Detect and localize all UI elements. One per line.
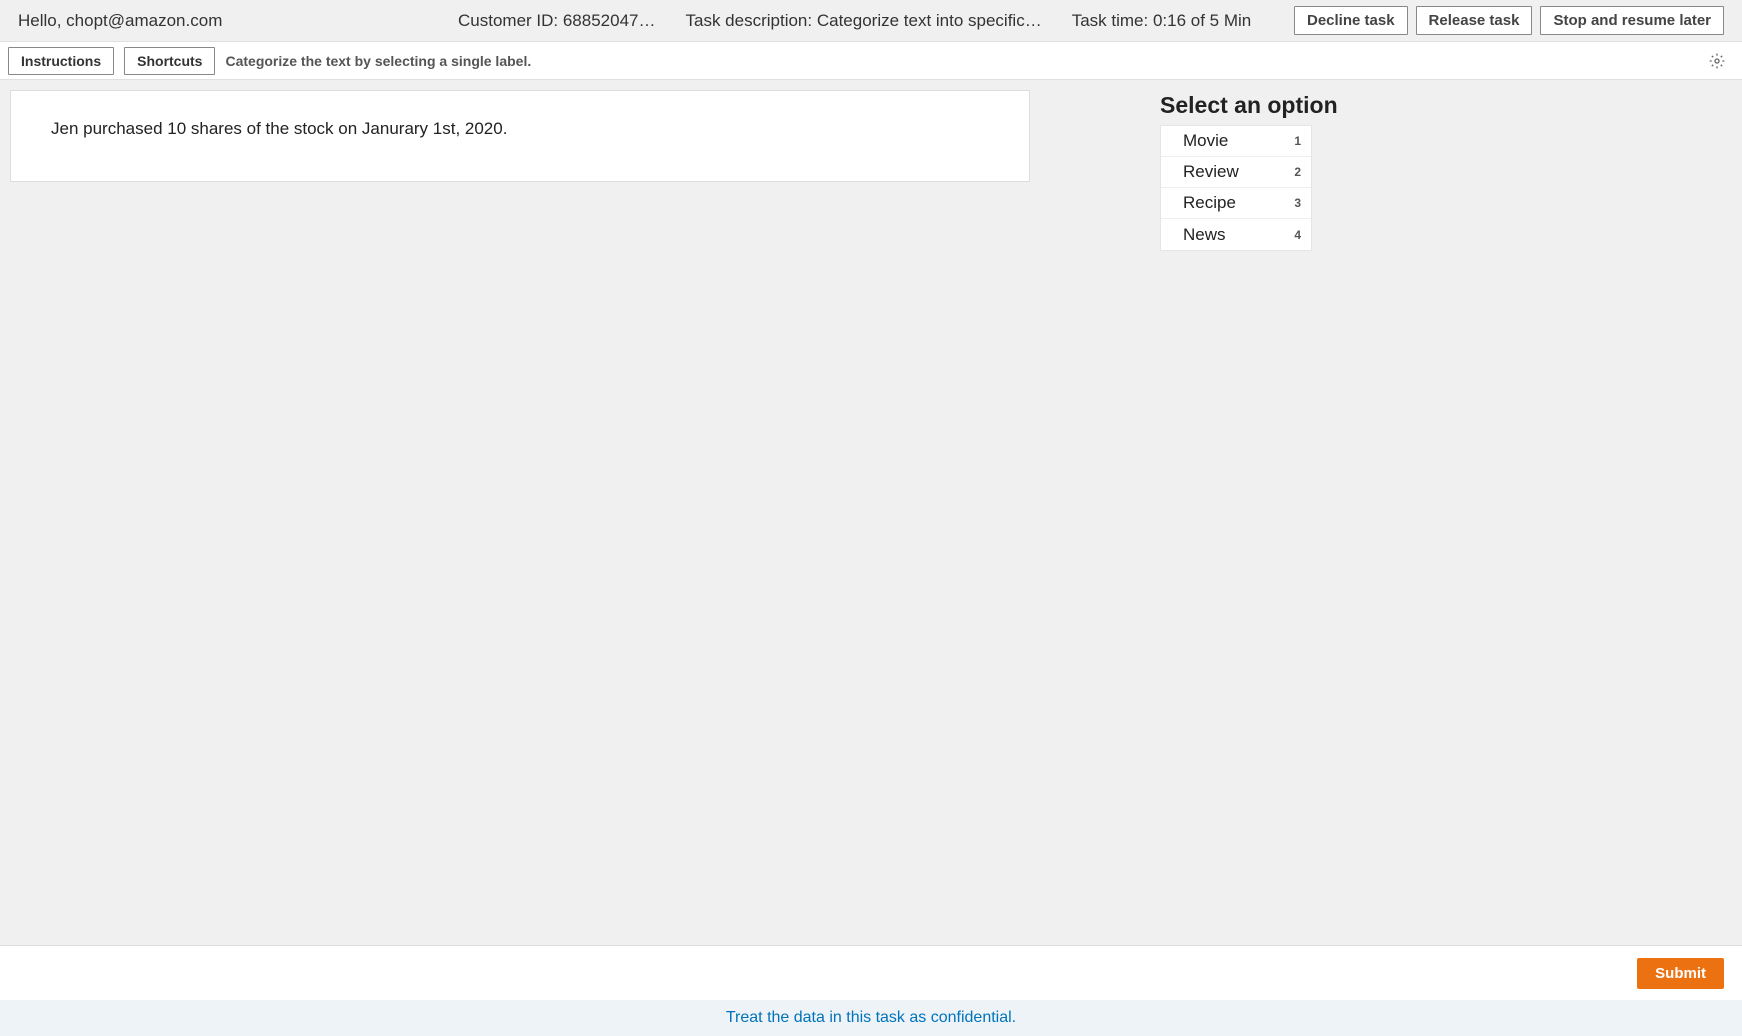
greeting-text: Hello, chopt@amazon.com — [18, 11, 458, 31]
instructions-button[interactable]: Instructions — [8, 47, 114, 75]
option-shortcut: 2 — [1294, 165, 1301, 179]
option-shortcut: 3 — [1294, 196, 1301, 210]
submit-bar: Submit — [0, 945, 1742, 1000]
option-item-recipe[interactable]: Recipe 3 — [1161, 188, 1311, 219]
option-label: Recipe — [1183, 193, 1236, 213]
customer-id-text: Customer ID: 68852047… — [458, 11, 656, 31]
instruction-hint-text: Categorize the text by selecting a singl… — [225, 53, 531, 69]
option-item-news[interactable]: News 4 — [1161, 219, 1311, 250]
option-label: Review — [1183, 162, 1239, 182]
option-shortcut: 4 — [1294, 228, 1301, 242]
task-time-text: Task time: 0:16 of 5 Min — [1072, 11, 1252, 31]
decline-task-button[interactable]: Decline task — [1294, 6, 1408, 35]
main-content: Jen purchased 10 shares of the stock on … — [0, 80, 1742, 945]
options-panel: Select an option Movie 1 Review 2 Recipe… — [1160, 92, 1338, 935]
text-to-categorize-panel: Jen purchased 10 shares of the stock on … — [10, 90, 1030, 182]
shortcuts-button[interactable]: Shortcuts — [124, 47, 215, 75]
top-center-info: Customer ID: 68852047… Task description:… — [458, 11, 1294, 31]
top-actions: Decline task Release task Stop and resum… — [1294, 6, 1724, 35]
confidential-notice: Treat the data in this task as confident… — [726, 1009, 1016, 1027]
options-title: Select an option — [1160, 92, 1338, 119]
option-shortcut: 1 — [1294, 134, 1301, 148]
task-description-text: Task description: Categorize text into s… — [686, 11, 1042, 31]
top-bar: Hello, chopt@amazon.com Customer ID: 688… — [0, 0, 1742, 42]
submit-button[interactable]: Submit — [1637, 958, 1724, 989]
release-task-button[interactable]: Release task — [1416, 6, 1533, 35]
secondary-bar: Instructions Shortcuts Categorize the te… — [0, 42, 1742, 80]
footer-bar: Treat the data in this task as confident… — [0, 1000, 1742, 1036]
settings-gear-icon[interactable] — [1708, 52, 1726, 70]
option-item-movie[interactable]: Movie 1 — [1161, 126, 1311, 157]
option-list: Movie 1 Review 2 Recipe 3 News 4 — [1160, 125, 1312, 251]
option-item-review[interactable]: Review 2 — [1161, 157, 1311, 188]
option-label: News — [1183, 225, 1226, 245]
stop-resume-button[interactable]: Stop and resume later — [1540, 6, 1724, 35]
option-label: Movie — [1183, 131, 1228, 151]
text-content: Jen purchased 10 shares of the stock on … — [51, 119, 507, 138]
